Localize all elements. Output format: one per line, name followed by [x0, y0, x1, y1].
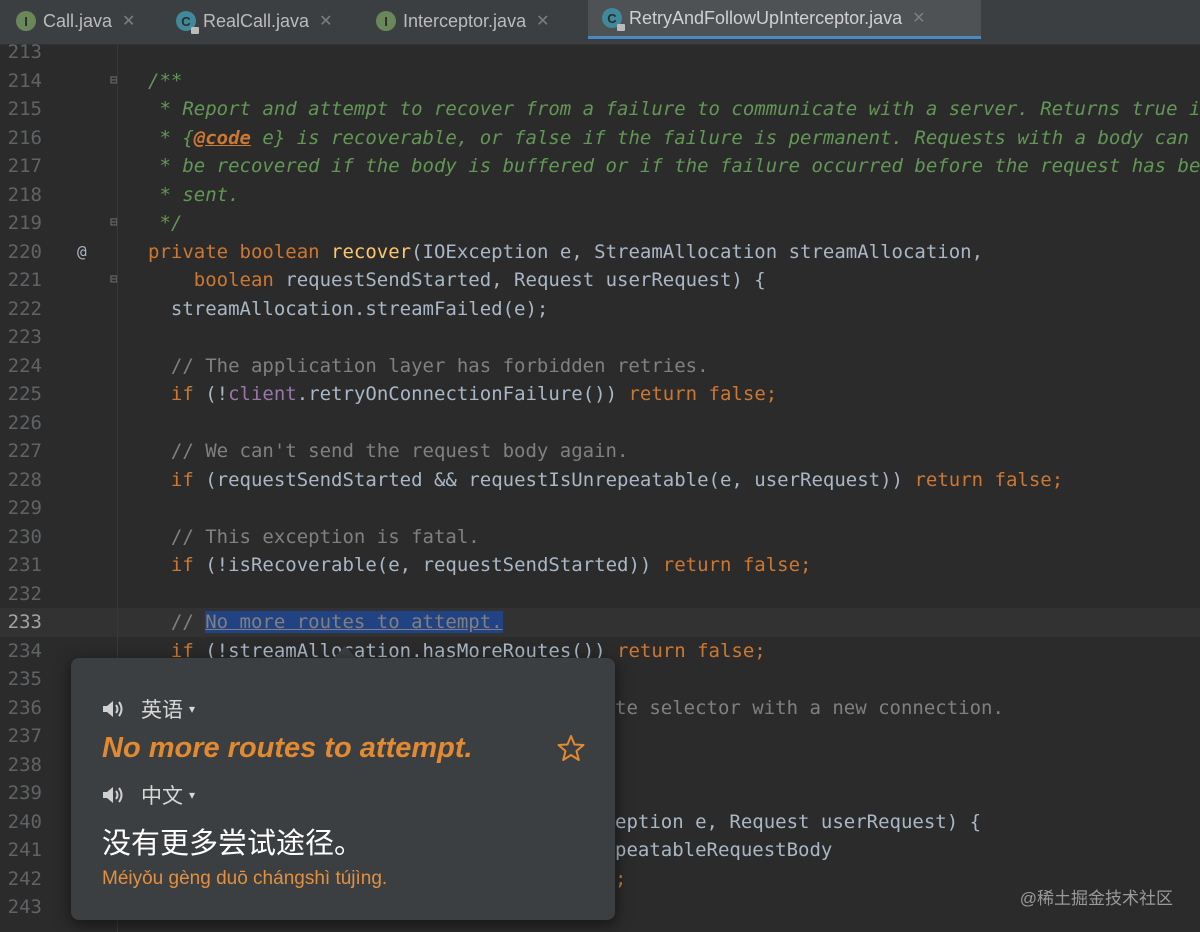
- close-icon[interactable]: ✕: [122, 11, 135, 31]
- line-number: 230: [7, 525, 42, 548]
- code-line: 215 * Report and attempt to recover from…: [0, 95, 1200, 124]
- code-line: 232: [0, 580, 1200, 609]
- line-number: 241: [7, 839, 42, 861]
- tab-label: Interceptor.java: [403, 10, 527, 31]
- line-number: 214: [7, 69, 42, 92]
- line-number: 239: [7, 782, 42, 804]
- code-line: 230 // This exception is fatal.: [0, 523, 1200, 552]
- code-line: 227 // We can't send the request body ag…: [0, 437, 1200, 466]
- override-marker-icon[interactable]: @: [77, 238, 87, 267]
- line-number: 231: [7, 554, 42, 576]
- close-icon[interactable]: ✕: [912, 8, 925, 28]
- code-line: 226: [0, 409, 1200, 438]
- line-number: 222: [7, 297, 42, 320]
- line-number: 217: [7, 155, 42, 177]
- tab-call-java[interactable]: I Call.java ✕: [16, 0, 135, 42]
- line-number: 237: [7, 725, 42, 747]
- tab-label: RetryAndFollowUpInterceptor.java: [629, 7, 903, 28]
- code-line: 221 ⊟ boolean requestSendStarted, Request…: [0, 266, 1200, 295]
- code-line: 224 // The application layer has forbidd…: [0, 352, 1200, 381]
- tab-label: Call.java: [43, 10, 113, 31]
- watermark: @稀土掘金技术社区: [1019, 889, 1173, 908]
- line-number: 229: [7, 497, 42, 519]
- code-line: 216 * {@code e} is recoverable, or false…: [0, 124, 1200, 153]
- close-icon[interactable]: ✕: [536, 11, 549, 31]
- code-line: 214 ⊟/**: [0, 67, 1200, 96]
- line-number: 226: [7, 411, 42, 434]
- line-number: 242: [7, 867, 42, 890]
- code-line: 225 if (!client.retryOnConnectionFailure…: [0, 380, 1200, 409]
- line-number: 233: [7, 611, 42, 633]
- line-number: 220: [7, 240, 42, 263]
- code-line: 228 if (requestSendStarted && requestIsU…: [0, 466, 1200, 495]
- source-language-label[interactable]: 英语: [141, 694, 183, 724]
- code-line: 217 * be recovered if the body is buffer…: [0, 152, 1200, 181]
- line-number: 243: [7, 896, 42, 918]
- translated-text: 没有更多尝试途径。: [102, 828, 364, 860]
- code-line: 220 @ private boolean recover(IOException …: [0, 238, 1200, 267]
- code-line: 229: [0, 494, 1200, 523]
- line-number: 223: [7, 326, 42, 348]
- line-number: 235: [7, 668, 42, 690]
- selected-text[interactable]: No more routes to attempt.: [205, 611, 503, 633]
- chevron-down-icon[interactable]: ▾: [189, 702, 195, 716]
- line-number: 213: [7, 41, 42, 63]
- line-number: 216: [7, 126, 42, 149]
- current-code-line: 233 // No more routes to attempt.: [0, 608, 1200, 637]
- tab-retryandfollowupinterceptor-java[interactable]: C RetryAndFollowUpInterceptor.java ✕: [588, 0, 981, 39]
- code-line: 223: [0, 323, 1200, 352]
- code-line: 219 ⊟ */: [0, 209, 1200, 238]
- source-language-row[interactable]: 英语 ▾: [101, 694, 195, 724]
- target-language-label[interactable]: 中文: [141, 780, 183, 810]
- line-number: 238: [7, 753, 42, 776]
- line-number: 228: [7, 468, 42, 491]
- line-number: 234: [7, 639, 42, 662]
- code-line: 222 streamAllocation.streamFailed(e);: [0, 295, 1200, 324]
- line-number: 225: [7, 383, 42, 405]
- line-number: 240: [7, 810, 42, 833]
- class-file-icon: C: [602, 8, 625, 31]
- tab-realcall-java[interactable]: C RealCall.java ✕: [176, 0, 332, 42]
- line-number: 236: [7, 696, 42, 719]
- source-text: No more routes to attempt.: [102, 732, 473, 764]
- code-line: 231 if (!isRecoverable(e, requestSendSta…: [0, 551, 1200, 580]
- speaker-icon[interactable]: [101, 698, 125, 720]
- line-number: 224: [7, 354, 42, 377]
- star-icon[interactable]: [557, 734, 585, 762]
- line-number: 219: [7, 212, 42, 234]
- lock-icon: [617, 24, 625, 31]
- line-number: 221: [7, 269, 42, 291]
- class-file-icon: C: [176, 11, 199, 34]
- code-line: 213: [0, 38, 1200, 67]
- chevron-down-icon[interactable]: ▾: [189, 788, 195, 802]
- tab-interceptor-java[interactable]: I Interceptor.java ✕: [376, 0, 549, 42]
- line-number: 215: [7, 98, 42, 120]
- tab-label: RealCall.java: [203, 10, 310, 31]
- line-number: 232: [7, 582, 42, 605]
- interface-file-icon: I: [16, 11, 36, 31]
- target-language-row[interactable]: 中文 ▾: [101, 780, 195, 810]
- close-icon[interactable]: ✕: [319, 11, 332, 31]
- pinyin-text: Méiyǒu gèng duō chángshì tújìng.: [102, 868, 388, 889]
- code-line: 218 * sent.: [0, 181, 1200, 210]
- translation-popup: 英语 ▾ No more routes to attempt. 中文 ▾ 没有更…: [71, 658, 615, 920]
- lock-icon: [191, 27, 199, 34]
- speaker-icon[interactable]: [101, 784, 125, 806]
- line-number: 218: [7, 183, 42, 206]
- line-number: 227: [7, 440, 42, 462]
- interface-file-icon: I: [376, 11, 396, 31]
